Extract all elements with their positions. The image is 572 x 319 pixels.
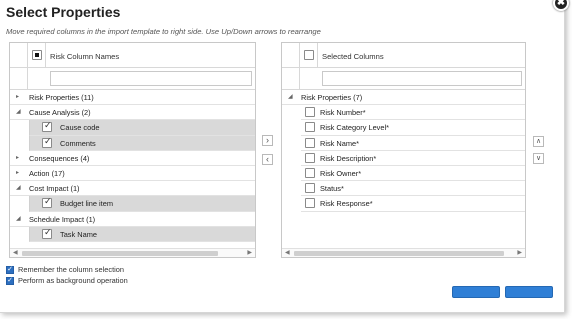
column-row[interactable]: Task Name (29, 226, 255, 242)
column-row[interactable]: Risk Category Level* (301, 120, 525, 136)
selected-columns-panel: Selected Columns ◢ Risk Properties (7) Ris… (281, 42, 526, 258)
available-columns-panel: Risk Column Names ▸ Risk Properties (11) ◢… (9, 42, 256, 258)
column-row[interactable]: Risk Number* (301, 105, 525, 121)
column-row[interactable]: Risk Description* (301, 151, 525, 166)
row-checkbox[interactable] (305, 152, 315, 163)
expand-down-icon[interactable]: ◢ (288, 93, 293, 100)
scroll-left-icon[interactable]: ◀ (13, 249, 18, 256)
row-checkbox[interactable] (305, 183, 315, 194)
row-label: Risk Owner* (320, 168, 362, 178)
column-row[interactable]: Cause code (29, 120, 255, 136)
scroll-left-icon[interactable]: ◀ (285, 249, 290, 256)
row-label: Action (17) (29, 168, 65, 178)
row-checkbox[interactable] (42, 136, 52, 148)
dialog-title: Select Properties (6, 4, 121, 20)
background-operation-checkbox[interactable]: ✓ (6, 277, 14, 286)
selected-columns-filter-input[interactable] (322, 71, 522, 86)
row-label: Risk Description* (320, 153, 377, 163)
column-row[interactable]: Budget line item (29, 196, 255, 212)
cancel-button[interactable] (505, 286, 553, 298)
row-checkbox[interactable] (42, 227, 52, 239)
row-label: Risk Properties (11) (29, 93, 94, 102)
selected-columns-list: ◢ Risk Properties (7) Risk Number* Risk Cat… (282, 90, 525, 212)
row-label: Cause code (60, 123, 100, 133)
group-row[interactable]: ◢ Cause Analysis (2) (10, 105, 255, 121)
select-all-checkbox[interactable] (32, 50, 42, 60)
column-header-label: Selected Columns (322, 52, 384, 61)
move-left-button[interactable]: ‹ (262, 154, 273, 165)
select-properties-dialog: Select Properties Move required columns … (0, 0, 565, 313)
column-row[interactable]: Risk Name* (301, 136, 525, 151)
scroll-right-icon[interactable]: ▶ (247, 249, 252, 256)
group-row[interactable]: ◢ Risk Properties (7) (282, 90, 525, 106)
row-label: Risk Category Level* (320, 123, 390, 133)
row-label: Consequences (4) (29, 153, 90, 163)
available-columns-filter-input[interactable] (50, 71, 252, 86)
row-label: Risk Properties (7) (301, 93, 363, 102)
select-all-checkbox[interactable] (304, 50, 314, 60)
horizontal-scrollbar[interactable]: ◀ ▶ (10, 248, 255, 257)
expand-down-icon[interactable]: ◢ (16, 184, 21, 191)
column-header-label: Risk Column Names (50, 52, 120, 61)
header-select-cell (300, 43, 318, 68)
remember-selection-label: Remember the column selection (18, 265, 124, 274)
row-label: Comments (60, 138, 96, 148)
expand-down-icon[interactable]: ◢ (16, 108, 21, 115)
column-row[interactable]: Comments (29, 135, 255, 151)
remember-selection-option[interactable]: ✓ Remember the column selection (6, 265, 124, 275)
move-down-button[interactable]: ∨ (533, 153, 544, 164)
row-checkbox[interactable] (42, 120, 52, 133)
row-label: Budget line item (60, 199, 113, 209)
close-icon[interactable]: ✖ (553, 0, 569, 11)
row-checkbox[interactable] (305, 107, 315, 118)
column-row[interactable]: Risk Owner* (301, 166, 525, 182)
available-columns-header: Risk Column Names (10, 43, 255, 90)
row-label: Risk Number* (320, 108, 366, 118)
row-checkbox[interactable] (305, 167, 315, 178)
available-columns-list: ▸ Risk Properties (11) ◢ Cause Analysis (2)… (10, 90, 255, 242)
row-label: Status* (320, 184, 344, 194)
expand-down-icon[interactable]: ◢ (16, 215, 21, 222)
dialog-instructions: Move required columns in the import temp… (6, 27, 321, 36)
row-checkbox[interactable] (305, 198, 315, 209)
column-row[interactable]: Risk Response* (301, 196, 525, 212)
group-row[interactable]: ▸ Action (17) (10, 166, 255, 182)
move-right-button[interactable]: › (262, 135, 273, 146)
scroll-right-icon[interactable]: ▶ (517, 249, 522, 256)
row-label: Cost Impact (1) (29, 184, 80, 194)
scrollbar-thumb[interactable] (294, 251, 504, 256)
header-select-cell (28, 43, 46, 68)
group-row[interactable]: ◢ Schedule Impact (1) (10, 212, 255, 227)
group-row[interactable]: ▸ Consequences (4) (10, 151, 255, 166)
selected-columns-header: Selected Columns (282, 43, 525, 90)
row-label: Cause Analysis (2) (29, 108, 91, 118)
row-checkbox[interactable] (42, 196, 52, 209)
background-operation-option[interactable]: ✓ Perform as background operation (6, 276, 128, 286)
row-label: Task Name (60, 229, 97, 239)
ok-button[interactable] (452, 286, 500, 298)
row-checkbox[interactable] (305, 137, 315, 148)
scrollbar-thumb[interactable] (22, 251, 218, 256)
background-operation-label: Perform as background operation (18, 276, 128, 285)
expand-right-icon[interactable]: ▸ (16, 169, 19, 176)
move-up-button[interactable]: ∧ (533, 136, 544, 147)
group-row[interactable]: ◢ Cost Impact (1) (10, 181, 255, 197)
expand-right-icon[interactable]: ▸ (16, 93, 19, 100)
row-label: Risk Response* (320, 199, 373, 209)
remember-selection-checkbox[interactable]: ✓ (6, 266, 14, 275)
horizontal-scrollbar[interactable]: ◀ ▶ (282, 248, 525, 257)
expand-right-icon[interactable]: ▸ (16, 154, 19, 161)
row-label: Schedule Impact (1) (29, 214, 96, 224)
column-row[interactable]: Status* (301, 181, 525, 197)
row-checkbox[interactable] (305, 122, 315, 133)
row-label: Risk Name* (320, 138, 360, 148)
group-row[interactable]: ▸ Risk Properties (11) (10, 90, 255, 106)
